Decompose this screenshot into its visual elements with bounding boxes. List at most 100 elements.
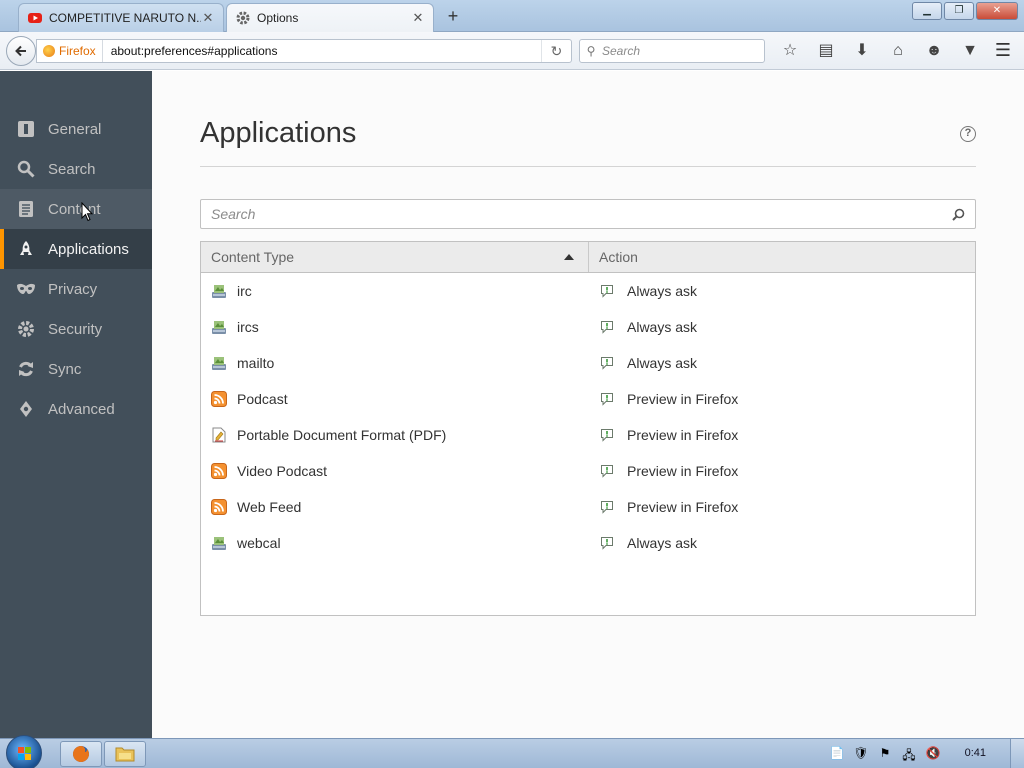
preferences-sidebar: General Search Content Applications Priv… [0, 71, 152, 738]
navigation-toolbar: Firefox about:preferences#applications ↻… [0, 32, 1024, 70]
bookmark-star-icon[interactable]: ☆ [772, 40, 808, 62]
action-cell[interactable]: Preview in Firefox [589, 463, 975, 479]
app-icon [211, 355, 227, 371]
sidebar-item-label: Applications [48, 240, 129, 258]
tab-options[interactable]: Options ✕ [226, 3, 434, 32]
minimize-button[interactable]: ▁ [912, 2, 942, 20]
clock[interactable]: 0:41 [965, 747, 986, 759]
show-desktop-button[interactable] [1010, 739, 1024, 768]
sidebar-item-sync[interactable]: Sync [0, 349, 152, 389]
search-icon: ⚲ [586, 44, 596, 58]
help-icon[interactable]: ? [960, 126, 976, 142]
security-shield-icon[interactable]: 🛡 [850, 746, 872, 762]
network-icon[interactable]: 🖧 [898, 746, 920, 762]
search-icon [16, 159, 36, 179]
content-type-cell: Podcast [201, 391, 589, 407]
column-header-label: Content Type [211, 249, 295, 265]
windows-logo-icon [18, 747, 31, 760]
action-label: Preview in Firefox [627, 499, 739, 515]
download-icon[interactable]: ⬇ [844, 40, 880, 62]
table-row[interactable]: webcal Always ask [201, 525, 975, 561]
table-row[interactable]: ircs Always ask [201, 309, 975, 345]
browser-search-input[interactable]: ⚲ Search [579, 39, 765, 63]
maximize-button[interactable]: ❐ [944, 2, 974, 20]
menu-icon[interactable]: ☰ [988, 40, 1018, 62]
action-label: Preview in Firefox [627, 391, 739, 407]
sidebar-item-content[interactable]: Content [0, 189, 152, 229]
content-type-cell: webcal [201, 535, 589, 551]
content-type-label: ircs [237, 319, 259, 335]
sidebar-item-label: Search [48, 160, 96, 178]
column-header-content-type[interactable]: Content Type [201, 242, 589, 272]
preferences-pane: Applications ? Search Content Type Actio… [152, 71, 1024, 738]
sidebar-item-label: Advanced [48, 400, 115, 418]
action-cell[interactable]: Always ask [589, 283, 975, 299]
ask-action-icon [599, 463, 615, 479]
tab-youtube[interactable]: COMPETITIVE NARUTO N... ✕ [18, 3, 224, 32]
action-cell[interactable]: Always ask [589, 535, 975, 551]
feed-icon [211, 499, 227, 515]
flag-icon[interactable]: ⚑ [874, 746, 896, 762]
content-type-cell: mailto [201, 355, 589, 371]
sidebar-item-general[interactable]: General [0, 109, 152, 149]
column-header-action[interactable]: Action [589, 242, 975, 272]
close-tab-icon[interactable]: ✕ [411, 10, 425, 26]
sidebar-item-privacy[interactable]: Privacy [0, 269, 152, 309]
table-row[interactable]: Web Feed Preview in Firefox [201, 489, 975, 525]
taskbar-firefox[interactable] [60, 741, 102, 767]
url-text[interactable]: about:preferences#applications [103, 44, 541, 58]
table-row[interactable]: mailto Always ask [201, 345, 975, 381]
action-cell[interactable]: Always ask [589, 355, 975, 371]
page-title: Applications [200, 117, 357, 149]
reload-icon[interactable]: ↻ [541, 40, 571, 62]
hello-icon[interactable]: ☻ [916, 40, 952, 62]
close-tab-icon[interactable]: ✕ [201, 10, 215, 26]
notes-icon[interactable]: 📄 [826, 746, 848, 762]
url-bar[interactable]: Firefox about:preferences#applications ↻ [36, 39, 572, 63]
content-icon [16, 199, 36, 219]
table-row[interactable]: Portable Document Format (PDF) Preview in… [201, 417, 975, 453]
action-cell[interactable]: Preview in Firefox [589, 499, 975, 515]
volume-muted-icon[interactable]: 🔇 [922, 746, 944, 762]
action-cell[interactable]: Always ask [589, 319, 975, 335]
sort-ascending-icon [564, 254, 574, 260]
feed-icon [211, 463, 227, 479]
general-icon [16, 119, 36, 139]
new-tab-button[interactable]: + [442, 6, 464, 28]
start-button[interactable] [6, 735, 42, 768]
pdf-icon [211, 427, 227, 443]
sidebar-item-applications[interactable]: Applications [0, 229, 152, 269]
identity-label: Firefox [59, 44, 96, 58]
taskbar-explorer[interactable] [104, 741, 146, 767]
reading-list-icon[interactable]: ▤ [808, 40, 844, 62]
table-row[interactable]: Video Podcast Preview in Firefox [201, 453, 975, 489]
app-icon [211, 535, 227, 551]
content-type-cell: Web Feed [201, 499, 589, 515]
action-cell[interactable]: Preview in Firefox [589, 427, 975, 443]
advanced-icon [16, 399, 36, 419]
content-type-label: Portable Document Format (PDF) [237, 427, 447, 443]
identity-box[interactable]: Firefox [37, 40, 103, 62]
back-button[interactable] [6, 36, 36, 66]
pocket-icon[interactable]: ▼ [952, 40, 988, 62]
privacy-mask-icon [16, 279, 36, 299]
sidebar-item-label: General [48, 120, 102, 138]
ask-action-icon [599, 427, 615, 443]
sidebar-item-search[interactable]: Search [0, 149, 152, 189]
close-window-button[interactable]: ✕ [976, 2, 1018, 20]
tab-label: COMPETITIVE NARUTO N... [49, 11, 201, 25]
action-cell[interactable]: Preview in Firefox [589, 391, 975, 407]
action-label: Preview in Firefox [627, 463, 739, 479]
table-row[interactable]: irc Always ask [201, 273, 975, 309]
sidebar-item-advanced[interactable]: Advanced [0, 389, 152, 429]
applications-filter-input[interactable]: Search [200, 199, 976, 229]
table-row[interactable]: Podcast Preview in Firefox [201, 381, 975, 417]
mouse-cursor-icon [81, 202, 93, 222]
app-icon [211, 319, 227, 335]
back-arrow-icon [15, 45, 26, 57]
home-icon[interactable]: ⌂ [880, 40, 916, 62]
sidebar-item-label: Privacy [48, 280, 98, 298]
sidebar-item-security[interactable]: Security [0, 309, 152, 349]
applications-icon [16, 239, 36, 259]
ask-action-icon [599, 535, 615, 551]
